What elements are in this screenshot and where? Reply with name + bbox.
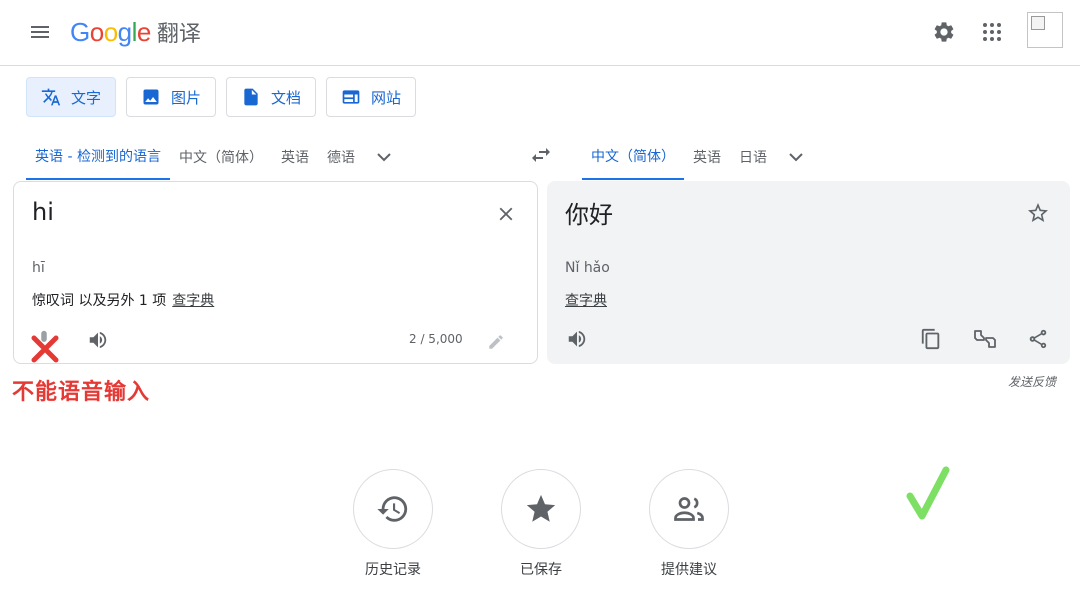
history-label: 历史记录 (365, 562, 421, 578)
chevron-down-icon (789, 153, 803, 162)
history-icon (377, 496, 408, 522)
hamburger-menu-icon (31, 26, 49, 38)
source-lang-chinese[interactable]: 中文（简体） (170, 134, 272, 180)
swap-arrows-icon (532, 148, 550, 162)
target-lang-more-button[interactable] (776, 134, 816, 180)
green-checkmark-annotation-icon (906, 466, 950, 520)
rate-translation-button[interactable] (971, 325, 999, 353)
main-menu-button[interactable] (24, 16, 56, 48)
target-lang-japanese[interactable]: 日语 (730, 134, 776, 180)
share-icon (1029, 329, 1047, 349)
source-language-bar: 英语 - 检测到的语言 中文（简体） 英语 德语 (26, 134, 404, 180)
contribute-item: 提供建议 (634, 469, 744, 579)
source-lang-more-button[interactable] (364, 134, 404, 180)
document-icon (244, 88, 258, 106)
source-part-of-speech: 惊叹词 以及另外 1 项 (32, 293, 167, 309)
share-translation-button[interactable] (1024, 325, 1052, 353)
community-icon (674, 497, 704, 521)
thumbs-feedback-icon (974, 330, 996, 348)
speaker-icon (568, 330, 586, 348)
target-listen-button[interactable] (563, 325, 591, 353)
apps-grid-icon (983, 23, 1001, 41)
chevron-down-icon (377, 153, 391, 162)
star-outline-icon (1028, 203, 1048, 222)
source-lang-detected[interactable]: 英语 - 检测到的语言 (26, 134, 170, 180)
target-transliteration: Nǐ hǎo (565, 260, 610, 276)
speaker-icon (89, 331, 107, 349)
character-count: 2 / 5,000 (409, 332, 463, 346)
saved-item: 已保存 (486, 469, 596, 579)
translation-output: 你好 (565, 201, 613, 229)
mode-image-label: 图片 (171, 88, 202, 107)
google-translate-logo[interactable]: Google 翻译 (70, 14, 201, 50)
saved-button[interactable] (501, 469, 581, 549)
close-icon (499, 207, 513, 221)
no-voice-input-annotation: 不能语音输入 (12, 380, 151, 405)
swap-languages-button[interactable] (524, 138, 558, 172)
mode-website-label: 网站 (371, 88, 402, 107)
translate-icon (41, 88, 61, 106)
source-text-panel: hi hī 惊叹词 以及另外 1 项查字典 2 / 5,000 (13, 181, 538, 364)
settings-button[interactable] (928, 16, 960, 48)
source-text-input[interactable]: hi (32, 198, 54, 226)
history-item: 历史记录 (338, 469, 448, 579)
contribute-label: 提供建议 (661, 562, 717, 578)
image-icon (143, 89, 159, 105)
google-apps-button[interactable] (976, 16, 1008, 48)
target-lang-english[interactable]: 英语 (684, 134, 730, 180)
mode-document-button[interactable]: 文档 (226, 77, 317, 117)
source-dictionary-link[interactable]: 查字典 (172, 293, 214, 309)
source-lang-german[interactable]: 德语 (318, 134, 364, 180)
target-dictionary-link[interactable]: 查字典 (565, 290, 607, 310)
history-button[interactable] (353, 469, 433, 549)
source-listen-button[interactable] (84, 326, 112, 354)
website-icon (342, 90, 360, 104)
product-name: 翻译 (156, 22, 201, 47)
edit-button[interactable] (484, 330, 508, 354)
account-avatar[interactable] (1027, 12, 1063, 48)
clear-source-button[interactable] (492, 200, 520, 228)
source-transliteration: hī (32, 260, 45, 276)
translation-mode-bar: 文字 图片 文档 网站 (26, 77, 417, 117)
red-cross-annotation-icon (31, 335, 59, 363)
pencil-icon (489, 335, 503, 349)
target-text-panel: 你好 Nǐ hǎo 查字典 (547, 181, 1070, 364)
mode-website-button[interactable]: 网站 (326, 77, 417, 117)
save-translation-button[interactable] (1024, 199, 1052, 227)
mode-text-label: 文字 (71, 88, 102, 107)
google-wordmark: Google (70, 16, 151, 47)
top-bar: Google 翻译 (0, 0, 1080, 66)
copy-translation-button[interactable] (917, 325, 945, 353)
mode-image-button[interactable]: 图片 (126, 77, 217, 117)
mode-text-button[interactable]: 文字 (26, 77, 117, 117)
source-more-info: 惊叹词 以及另外 1 项查字典 (32, 290, 214, 310)
saved-label: 已保存 (520, 562, 562, 578)
copy-icon (921, 328, 940, 350)
gear-icon (934, 22, 954, 42)
mode-document-label: 文档 (271, 88, 302, 107)
star-filled-icon (526, 494, 556, 522)
target-language-bar: 中文（简体） 英语 日语 (582, 134, 816, 180)
target-lang-chinese[interactable]: 中文（简体） (582, 134, 684, 180)
contribute-button[interactable] (649, 469, 729, 549)
source-lang-english[interactable]: 英语 (272, 134, 318, 180)
send-feedback-link[interactable]: 发送反馈 (1008, 373, 1056, 390)
